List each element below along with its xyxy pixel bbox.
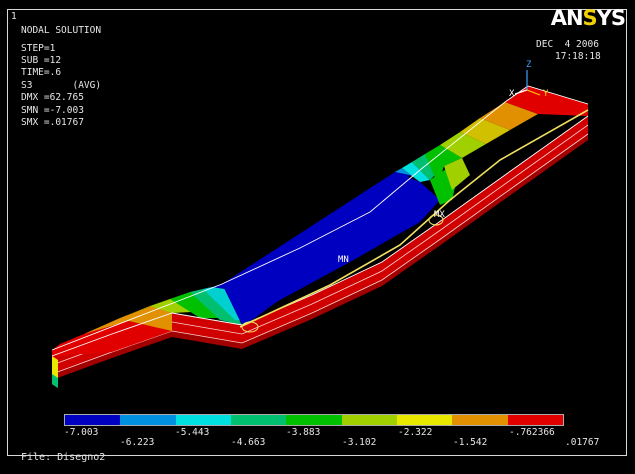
legend-color-band [65,415,121,425]
legend-label: -3.102 [342,437,377,448]
beam-model: MN MX Z X Y [51,60,589,388]
legend-color-band [286,415,342,425]
triad-x-label: X [509,89,515,99]
max-marker: MX [434,210,445,220]
legend-color-band [507,415,563,425]
beam-top-face [51,85,589,357]
legend-color-band [175,415,231,425]
legend-color-band [396,415,453,425]
legend-label: -2.322 [398,427,433,438]
legend-label: -6.223 [120,437,155,448]
legend-color-band [230,415,287,425]
legend-label: -.762366 [509,427,555,438]
legend-label: -4.663 [231,437,266,448]
legend-color-band [341,415,397,425]
legend-label: -7.003 [64,427,99,438]
file-name: File: Disegno2 [21,452,106,463]
legend-color-band [452,415,508,425]
legend-label: -5.443 [175,427,210,438]
triad-y-label: Y [543,89,549,99]
legend-label: -1.542 [453,437,488,448]
legend-label: .01767 [565,437,600,448]
triad-z-label: Z [526,60,532,70]
ansys-graphics-window: 1 NODAL SOLUTION STEP=1 SUB =12 TIME=.6 … [0,0,635,474]
legend-label: -3.883 [286,427,321,438]
legend-color-band [120,415,176,425]
min-marker: MN [338,255,349,265]
contour-legend-bar [64,414,564,426]
